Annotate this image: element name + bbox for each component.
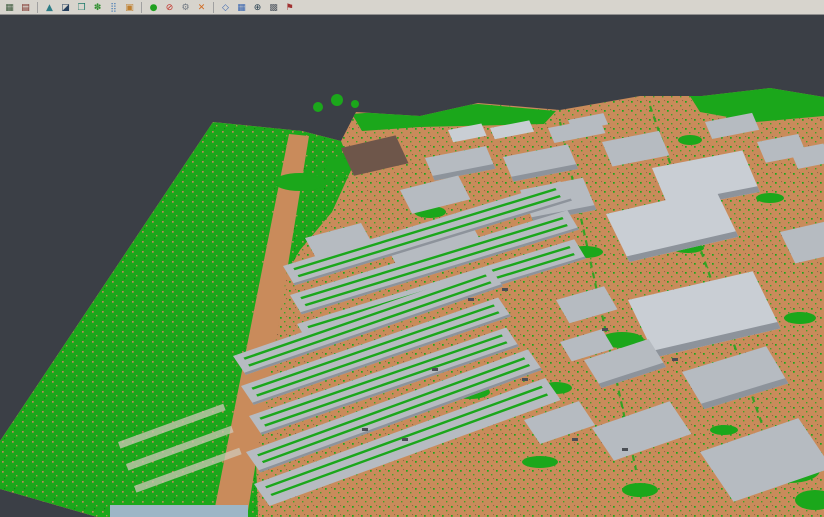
pointcloud-scene[interactable] <box>0 15 824 517</box>
fit-view-icon[interactable]: ◇ <box>219 1 232 14</box>
stop-icon[interactable]: ⊘ <box>163 1 176 14</box>
viewport-3d[interactable] <box>0 15 824 517</box>
surface-icon[interactable]: ❒ <box>75 1 88 14</box>
terrain-icon[interactable]: ▲ <box>43 1 56 14</box>
start-icon[interactable]: ● <box>147 1 160 14</box>
toolbar: ▦▤▲◪❒✽⣿▣●⊘⚙✕◇▦⊕▩⚑ <box>0 0 824 15</box>
tile-view-icon[interactable]: ▦ <box>235 1 248 14</box>
toolbar-separator <box>141 2 142 13</box>
layers-icon[interactable]: ▦ <box>3 1 16 14</box>
dataset-icon[interactable]: ▣ <box>123 1 136 14</box>
vegetation-icon[interactable]: ✽ <box>91 1 104 14</box>
globe-icon[interactable]: ⊕ <box>251 1 264 14</box>
elevation-icon[interactable]: ▤ <box>19 1 32 14</box>
toolbar-separator <box>37 2 38 13</box>
building <box>110 505 248 517</box>
delete-icon[interactable]: ✕ <box>195 1 208 14</box>
snapshot-icon[interactable]: ▩ <box>267 1 280 14</box>
flag-icon[interactable]: ⚑ <box>283 1 296 14</box>
pointcloud-icon[interactable]: ⣿ <box>107 1 120 14</box>
settings-icon[interactable]: ⚙ <box>179 1 192 14</box>
profile-icon[interactable]: ◪ <box>59 1 72 14</box>
toolbar-separator <box>213 2 214 13</box>
